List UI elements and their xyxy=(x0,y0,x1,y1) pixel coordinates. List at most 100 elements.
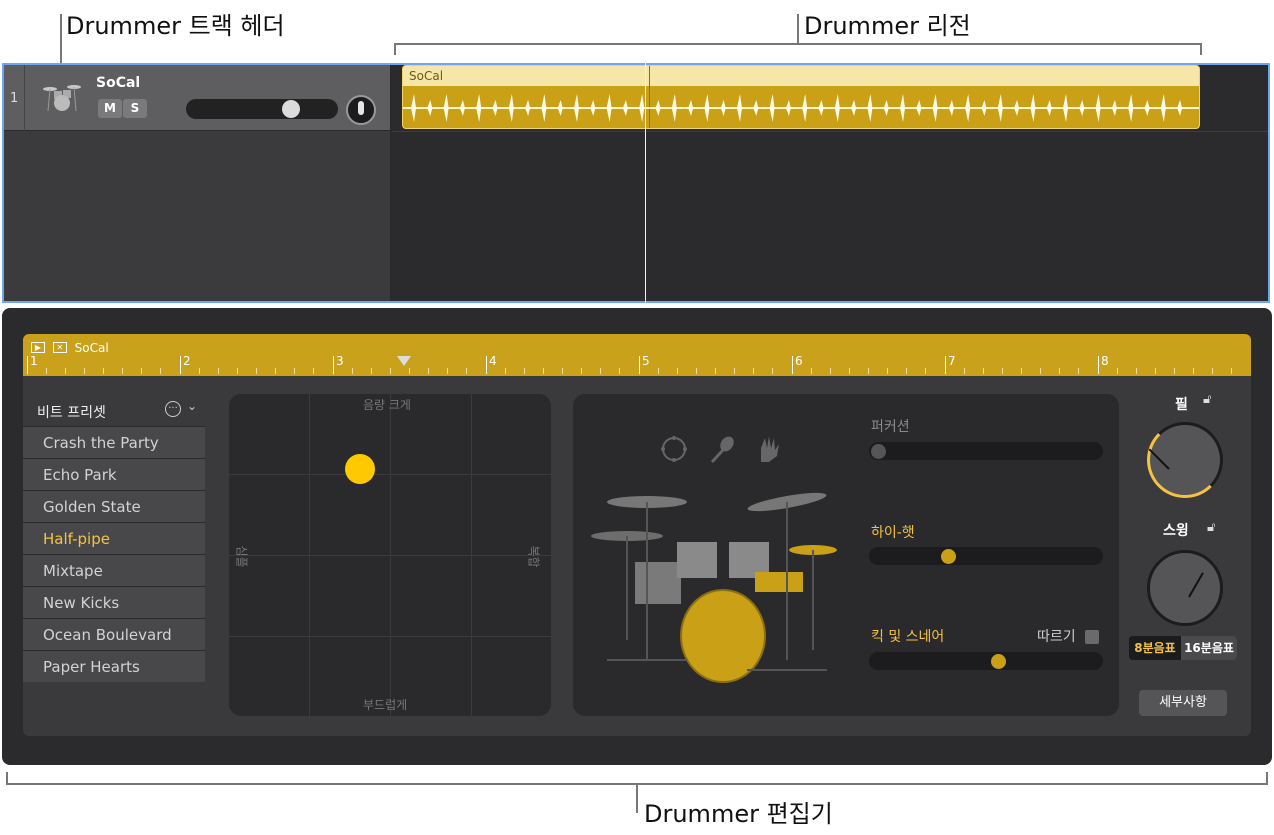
waveform-hit xyxy=(737,94,742,122)
waveform-hit xyxy=(508,94,514,122)
ruler-number: 7 xyxy=(948,354,956,368)
ruler-subtick xyxy=(772,368,773,374)
ruler-subtick xyxy=(237,368,238,374)
drummer-track-header[interactable]: 1 SoCal M S xyxy=(4,65,390,301)
ruler-subtick xyxy=(409,368,410,374)
ruler-subtick xyxy=(658,368,659,374)
ruler-number: 2 xyxy=(183,354,191,368)
ruler-tick xyxy=(486,356,487,374)
ruler-subtick xyxy=(466,368,467,374)
waveform-hit xyxy=(459,100,465,116)
ruler-region-name: SoCal xyxy=(74,340,109,355)
waveform-hit xyxy=(818,100,824,116)
preset-item[interactable]: Crash the Party xyxy=(23,426,205,458)
eighth-note-option[interactable]: 8분음표 xyxy=(1129,636,1181,660)
chevron-down-icon[interactable]: ⌄ xyxy=(187,399,197,413)
callout-bracket-region-left xyxy=(394,43,396,55)
waveform-hit xyxy=(834,94,840,122)
volume-slider[interactable] xyxy=(186,99,338,119)
waveform-hit xyxy=(916,100,922,116)
preset-item[interactable]: Echo Park xyxy=(23,458,205,490)
callout-editor: Drummer 편집기 xyxy=(644,800,833,828)
sixteenth-note-option[interactable]: 16분음표 xyxy=(1181,636,1237,660)
tambourine-icon[interactable] xyxy=(659,434,689,464)
ruler-subtick xyxy=(390,368,391,374)
swing-lock-icon[interactable]: 🔓︎ xyxy=(1207,520,1215,535)
ruler-subtick xyxy=(199,368,200,374)
track-header-row[interactable]: 1 SoCal M S xyxy=(4,65,390,131)
hihat-slider[interactable] xyxy=(869,547,1103,565)
drum-kit-panel: 퍼커션 하이-햇 킥 및 스네어 따르기 xyxy=(573,394,1119,716)
preset-item[interactable]: Ocean Boulevard xyxy=(23,618,205,650)
percussion-slider-thumb[interactable] xyxy=(871,444,886,459)
ruler-subtick xyxy=(371,368,372,374)
waveform-hit xyxy=(476,94,482,122)
swing-knob[interactable] xyxy=(1147,550,1223,626)
ruler-tick xyxy=(27,356,28,374)
note-value-toggle[interactable]: 8분음표 16분음표 xyxy=(1129,636,1237,660)
more-options-icon[interactable]: ··· xyxy=(165,401,181,417)
waveform-hit xyxy=(688,100,694,116)
kick-snare-slider[interactable] xyxy=(869,652,1103,670)
track-number-divider xyxy=(24,65,25,131)
waveform-hit xyxy=(1160,94,1166,122)
waveform-hit xyxy=(671,94,677,122)
preset-item[interactable]: Mixtape xyxy=(23,554,205,586)
waveform-hit xyxy=(411,94,416,122)
drum-waveform xyxy=(403,94,1199,122)
ruler-subtick xyxy=(1193,368,1194,374)
pad-grid-line xyxy=(229,636,551,637)
shaker-icon[interactable] xyxy=(707,434,737,464)
percussion-slider[interactable] xyxy=(869,442,1103,460)
ruler-subtick xyxy=(1021,368,1022,374)
preset-item[interactable]: Half-pipe xyxy=(23,522,205,554)
ruler-subtick xyxy=(1117,368,1118,374)
volume-slider-thumb[interactable] xyxy=(282,100,300,118)
track-timeline[interactable]: SoCal xyxy=(392,65,1268,301)
details-button[interactable]: 세부사항 xyxy=(1139,690,1227,716)
play-region-icon[interactable]: ▶ xyxy=(31,342,45,353)
hihat-slider-thumb[interactable] xyxy=(941,549,956,564)
clap-icon[interactable] xyxy=(755,434,785,464)
ruler-tick xyxy=(1098,356,1099,374)
waveform-hit xyxy=(785,100,791,116)
ruler-subtick xyxy=(505,368,506,374)
waveform-hit xyxy=(492,100,498,116)
ruler-subtick xyxy=(1078,368,1079,374)
preset-item[interactable]: New Kicks xyxy=(23,586,205,618)
mute-button[interactable]: M xyxy=(98,99,122,118)
ruler-tick xyxy=(639,356,640,374)
waveform-hit xyxy=(1046,100,1052,116)
pan-knob[interactable] xyxy=(346,95,376,125)
beat-presets-header: 비트 프리셋 xyxy=(37,405,106,421)
ruler-subtick xyxy=(543,368,544,374)
ruler-tick xyxy=(333,356,334,374)
waveform-hit xyxy=(541,94,547,122)
ruler-subtick xyxy=(753,368,754,374)
fill-lock-icon[interactable]: 🔓︎ xyxy=(1203,392,1211,407)
ruler-tick xyxy=(945,356,946,374)
ruler-header: ▶ ✕ SoCal xyxy=(31,340,109,355)
editor-playhead[interactable] xyxy=(397,356,411,366)
ruler-number: 4 xyxy=(489,354,497,368)
preset-item[interactable]: Paper Hearts xyxy=(23,650,205,682)
callout-bracket-region-right xyxy=(1200,43,1202,55)
kick-snare-slider-thumb[interactable] xyxy=(991,654,1006,669)
waveform-hit xyxy=(1111,100,1117,116)
playhead-line xyxy=(645,63,646,303)
xy-pad-puck[interactable] xyxy=(345,454,375,484)
drum-kit-illustration[interactable] xyxy=(587,490,837,700)
fill-knob[interactable] xyxy=(1147,422,1223,498)
editor-ruler[interactable]: ▶ ✕ SoCal 1 2 3 4 5 6 7 8 xyxy=(23,334,1251,376)
ruler-subtick xyxy=(352,368,353,374)
preset-item[interactable]: Golden State xyxy=(23,490,205,522)
ruler-subtick xyxy=(313,368,314,374)
follow-checkbox[interactable] xyxy=(1085,630,1099,644)
solo-button[interactable]: S xyxy=(123,99,147,118)
waveform-hit xyxy=(981,100,987,116)
waveform-hit xyxy=(883,100,889,116)
drummer-region[interactable]: SoCal xyxy=(402,65,1200,129)
track-name: SoCal xyxy=(96,75,141,91)
xy-pad[interactable]: 음량 크게 부드럽게 심플 복합 xyxy=(229,394,551,716)
ruler-subtick xyxy=(619,368,620,374)
